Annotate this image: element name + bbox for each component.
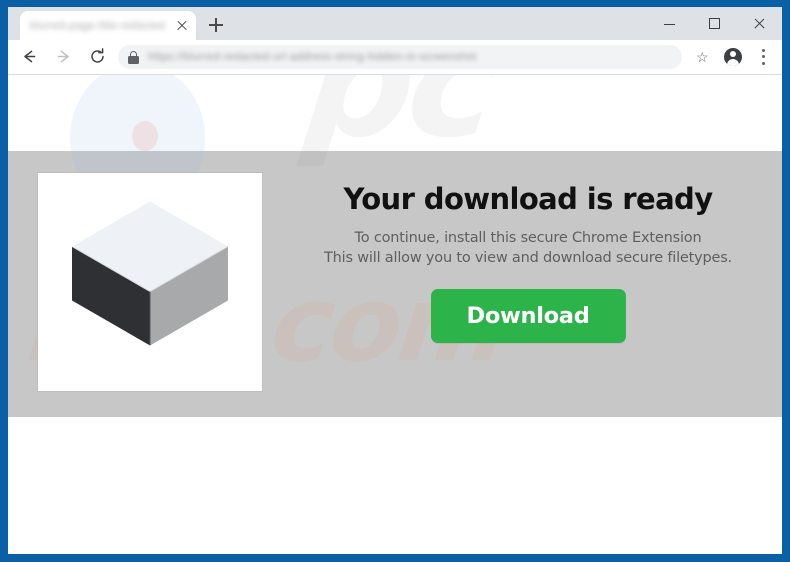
extension-logo-card — [38, 173, 262, 391]
browser-window: blurred-page-title-redacted https://blur… — [8, 7, 782, 554]
watermark-dot — [132, 121, 158, 151]
minimize-window-icon[interactable] — [647, 7, 692, 40]
window-controls — [647, 7, 782, 40]
browser-toolbar: https://blurred-redacted-url-address-str… — [8, 40, 782, 75]
page-title: Your download is ready — [343, 182, 713, 216]
profile-avatar-icon[interactable] — [719, 43, 747, 71]
promo-content: Your download is ready To continue, inst… — [8, 151, 782, 417]
close-window-icon[interactable] — [737, 7, 782, 40]
reload-icon[interactable] — [83, 43, 111, 71]
back-icon[interactable] — [15, 43, 43, 71]
download-button[interactable]: Download — [430, 289, 626, 343]
browser-menu-icon[interactable] — [749, 43, 777, 71]
maximize-window-icon[interactable] — [692, 7, 737, 40]
close-tab-icon[interactable] — [174, 18, 190, 34]
download-button-row: Download — [288, 289, 768, 343]
forward-icon — [49, 43, 77, 71]
promo-subline-2: This will allow you to view and download… — [324, 250, 732, 266]
new-tab-icon[interactable] — [203, 12, 229, 38]
page-viewport: pc risk.com — [8, 75, 782, 554]
promo-text-block: Your download is ready To continue, inst… — [288, 181, 768, 343]
address-bar[interactable]: https://blurred-redacted-url-address-str… — [118, 45, 682, 69]
tab-strip: blurred-page-title-redacted — [8, 7, 782, 40]
promo-subline-1: To continue, install this secure Chrome … — [354, 230, 702, 246]
tab-title: blurred-page-title-redacted — [30, 19, 166, 32]
browser-tab[interactable]: blurred-page-title-redacted — [20, 11, 196, 40]
lock-icon — [128, 50, 139, 64]
browser-window-frame: blurred-page-title-redacted https://blur… — [0, 0, 790, 562]
url-text: https://blurred-redacted-url-address-str… — [148, 51, 477, 63]
bookmark-star-icon[interactable]: ☆ — [689, 43, 717, 71]
cube-logo-icon — [64, 194, 236, 371]
